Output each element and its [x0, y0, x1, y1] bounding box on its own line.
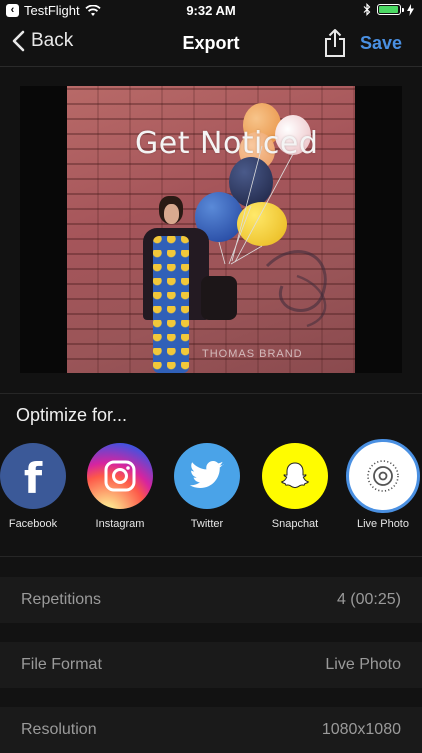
preview-area: Get Noticed THOMAS BRAND — [20, 86, 402, 373]
page-title: Export — [182, 33, 240, 53]
battery-icon — [377, 4, 404, 15]
target-label: Live Photo — [357, 518, 409, 530]
row-label: Resolution — [21, 721, 97, 738]
person-bag — [201, 276, 237, 320]
target-twitter[interactable]: Twitter — [167, 443, 247, 530]
target-facebook[interactable]: f Facebook — [0, 443, 73, 530]
bluetooth-icon — [363, 3, 371, 16]
snapchat-icon — [262, 443, 328, 509]
watermark: THOMAS BRAND — [202, 348, 303, 360]
save-button[interactable]: Save — [360, 33, 402, 54]
photo-caption: Get Noticed — [135, 126, 319, 161]
target-label: Facebook — [8, 518, 58, 530]
divider — [0, 556, 422, 557]
share-button[interactable] — [322, 28, 348, 63]
navigation-bar: Back Export Save — [0, 22, 422, 67]
row-value: 4 (00:25) — [336, 591, 401, 608]
battery-level — [379, 6, 398, 13]
row-label: Repetitions — [21, 591, 102, 608]
row-value: Live Photo — [325, 656, 401, 673]
share-icon — [325, 29, 345, 57]
optimize-heading: Optimize for... — [16, 405, 128, 425]
live-photo-preview[interactable]: Get Noticed THOMAS BRAND — [67, 86, 355, 373]
divider — [0, 393, 422, 394]
resolution-row[interactable]: Resolution 1080x1080 — [0, 707, 422, 753]
person-face — [164, 204, 179, 224]
live-photo-icon — [346, 439, 420, 513]
twitter-icon — [174, 443, 240, 509]
target-instagram[interactable]: Instagram — [80, 443, 160, 530]
file-format-row[interactable]: File Format Live Photo — [0, 642, 422, 688]
target-snapchat[interactable]: Snapchat — [255, 443, 335, 530]
target-label: Instagram — [95, 518, 145, 530]
status-bar: ‹ TestFlight 9:32 AM — [0, 0, 422, 22]
row-value: 1080x1080 — [321, 721, 401, 738]
repetitions-row[interactable]: Repetitions 4 (00:25) — [0, 577, 422, 623]
optimize-targets: f Facebook Instagram Twitter Snapchat Li… — [0, 439, 422, 543]
facebook-icon: f — [0, 443, 66, 509]
instagram-icon — [87, 443, 153, 509]
target-label: Twitter — [190, 518, 224, 530]
charging-icon — [407, 3, 414, 16]
target-label: Snapchat — [271, 518, 319, 530]
person-dress — [153, 236, 189, 373]
row-label: File Format — [21, 656, 102, 673]
status-time: 9:32 AM — [186, 3, 236, 18]
target-live-photo[interactable]: Live Photo — [343, 439, 422, 530]
